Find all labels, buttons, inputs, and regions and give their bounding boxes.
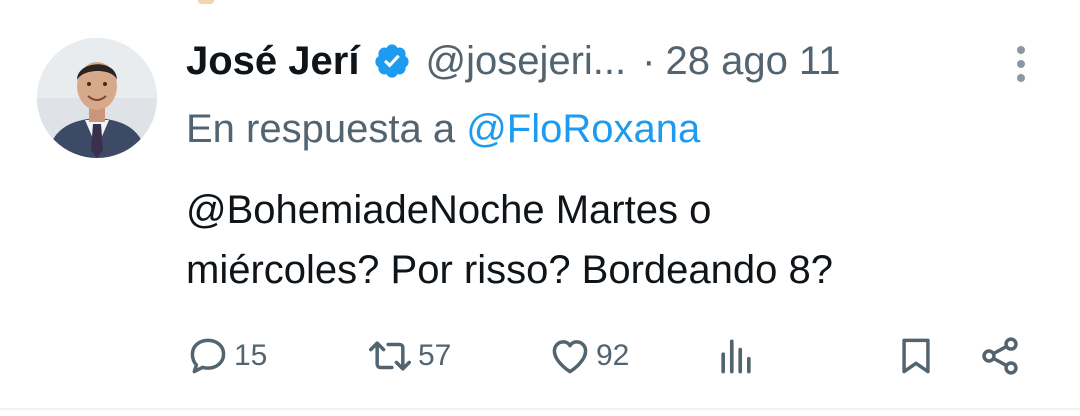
reply-icon bbox=[190, 338, 226, 374]
bookmark-button[interactable] bbox=[894, 330, 938, 382]
tweet-header: José Jerí @josejeri... · 28 ago 11 bbox=[186, 36, 840, 86]
thread-connector-line bbox=[198, 0, 214, 4]
tweet-text-line: miércoles? Por risso? Bordeando 8? bbox=[186, 248, 834, 292]
share-button[interactable] bbox=[978, 330, 1022, 382]
like-button[interactable]: 92 bbox=[548, 330, 629, 382]
views-button[interactable] bbox=[714, 330, 758, 382]
separator-dot: · bbox=[642, 39, 656, 83]
heart-icon bbox=[552, 340, 588, 374]
reply-context: En respuesta a @FloRoxana bbox=[186, 104, 700, 154]
tweet-text-line: @BohemiadeNoche Martes o bbox=[186, 188, 712, 232]
avatar[interactable] bbox=[37, 38, 157, 158]
bookmark-icon bbox=[902, 338, 930, 374]
retweet-button[interactable]: 57 bbox=[366, 330, 451, 382]
divider bbox=[0, 408, 1080, 410]
author-handle[interactable]: @josejeri... bbox=[425, 36, 626, 86]
retweet-count: 57 bbox=[418, 339, 452, 372]
author-name[interactable]: José Jerí bbox=[186, 36, 359, 86]
reply-count: 15 bbox=[234, 339, 268, 372]
tweet-actions: 15 57 92 bbox=[186, 330, 1036, 382]
share-icon bbox=[982, 337, 1018, 375]
reply-prefix: En respuesta a bbox=[186, 107, 456, 151]
verified-badge-icon bbox=[373, 42, 411, 80]
reply-mention-link[interactable]: @FloRoxana bbox=[466, 107, 700, 151]
more-vertical-icon[interactable] bbox=[1008, 42, 1034, 86]
avatar-image bbox=[37, 38, 157, 158]
tweet[interactable]: José Jerí @josejeri... · 28 ago 11 En re… bbox=[0, 0, 1080, 416]
analytics-icon bbox=[721, 339, 751, 374]
tweet-text: @BohemiadeNoche Martes o miércoles? Por … bbox=[186, 180, 1046, 300]
reply-button[interactable]: 15 bbox=[186, 330, 267, 382]
retweet-icon bbox=[369, 341, 411, 371]
tweet-date[interactable]: 28 ago 11 bbox=[665, 36, 840, 86]
like-count: 92 bbox=[596, 339, 630, 372]
